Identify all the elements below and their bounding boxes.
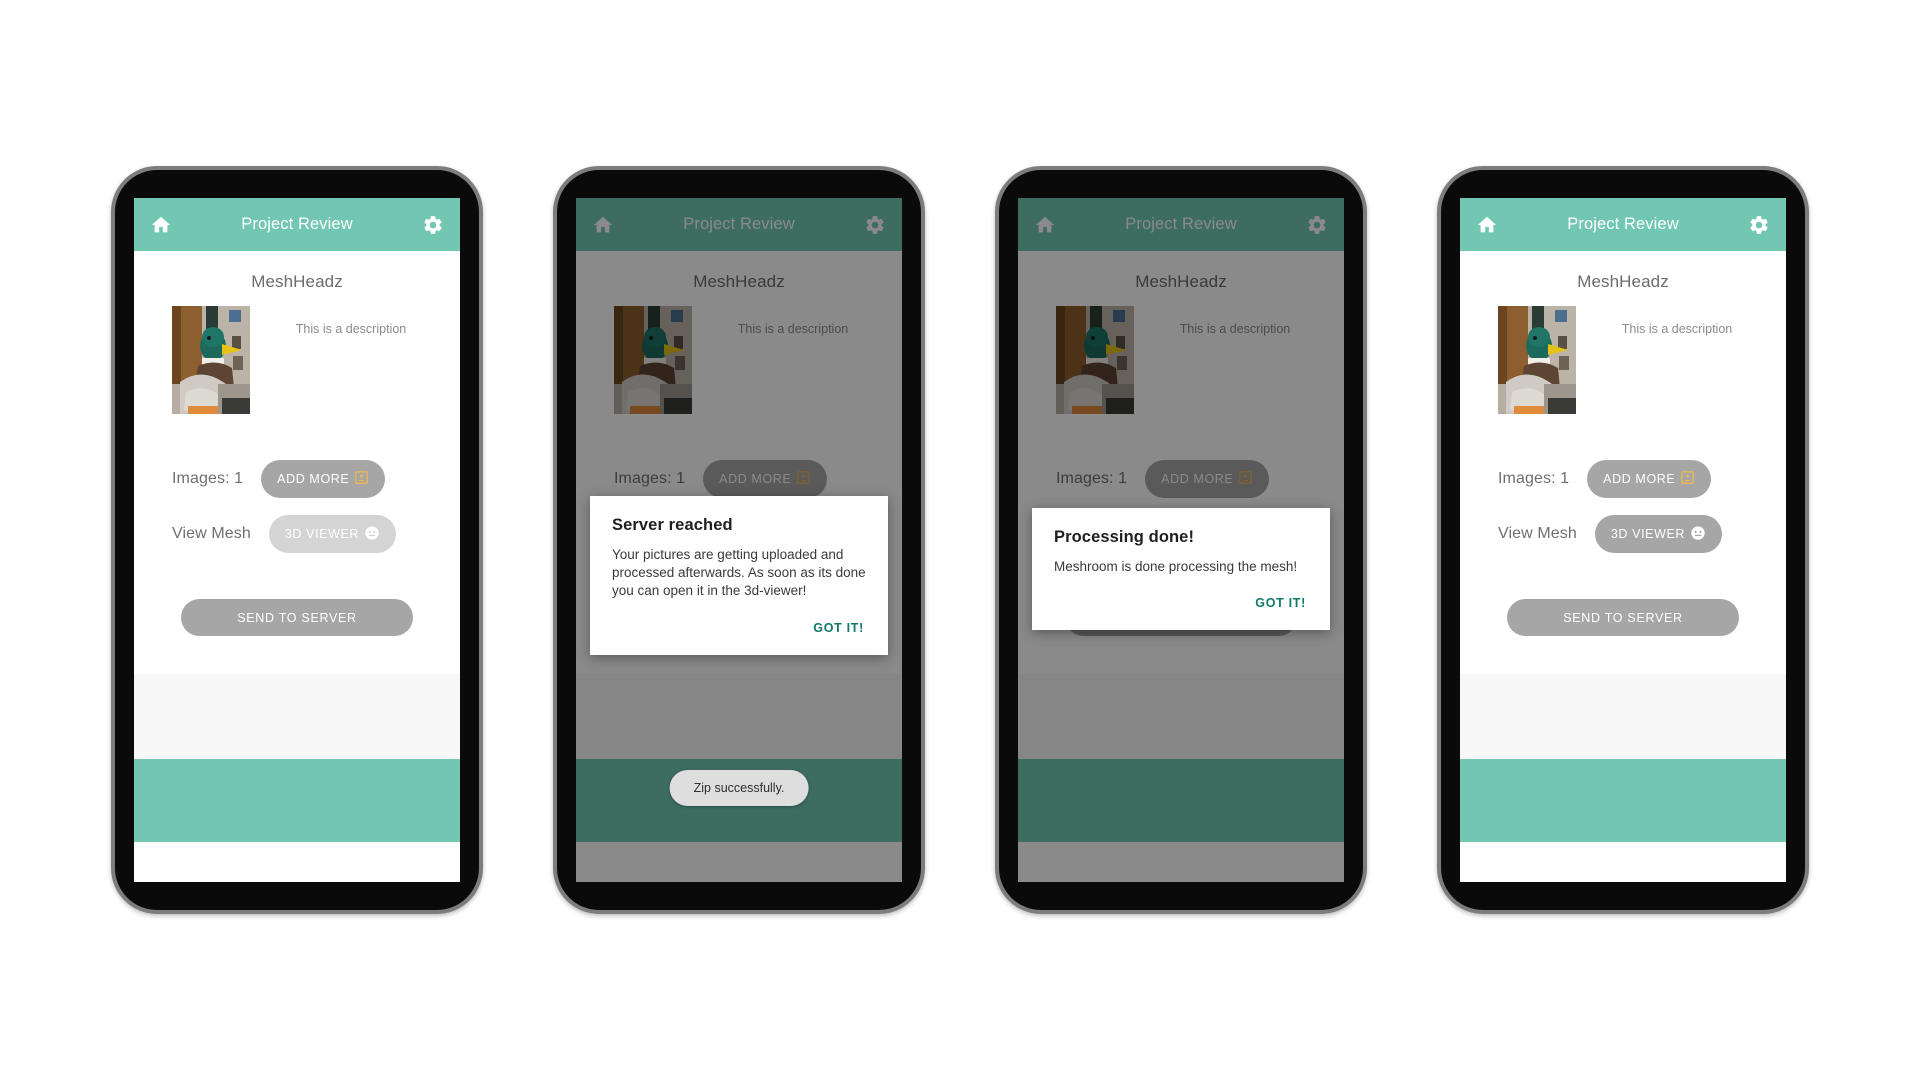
images-count-label: Images: 1 <box>1056 470 1128 487</box>
dialog-title: Server reached <box>612 516 733 534</box>
bottom-bar <box>134 759 460 842</box>
project-description: This is a description <box>1179 322 1291 336</box>
project-thumbnail[interactable] <box>1498 306 1576 414</box>
project-content: MeshHeadz This is a description Images: … <box>134 251 460 674</box>
dialog-body: Your pictures are getting uploaded and p… <box>612 547 866 599</box>
images-row: Images: 1 ADD MORE <box>1460 460 1786 498</box>
content-filler <box>1460 674 1786 759</box>
dialog-actions: GOT IT! <box>612 601 866 645</box>
send-to-server-label: SEND TO SERVER <box>1563 610 1683 625</box>
dialog-title: Processing done! <box>1054 528 1195 546</box>
3d-viewer-label: 3D VIEWER <box>1610 527 1686 541</box>
project-description: This is a description <box>295 322 407 336</box>
add-more-label: ADD MORE <box>1603 472 1676 486</box>
home-icon[interactable] <box>1474 212 1500 238</box>
images-row: Images: 1 ADD MORE <box>134 460 460 498</box>
app-bar: Project Review <box>1018 198 1344 251</box>
project-description: This is a description <box>1621 322 1733 336</box>
phone-frame-server-reached: Project Review MeshHeadz This is a descr… <box>553 166 925 914</box>
send-to-server-button[interactable]: SEND TO SERVER <box>181 599 413 636</box>
home-icon[interactable] <box>148 212 174 238</box>
gear-icon[interactable] <box>1746 212 1772 238</box>
3d-viewer-button[interactable]: 3D VIEWER <box>268 515 397 553</box>
add-more-button[interactable]: ADD MORE <box>1145 460 1270 498</box>
app-bar-title: Project Review <box>241 215 353 233</box>
page-title: MeshHeadz <box>1135 272 1227 291</box>
dialog-got-it-button[interactable]: GOT IT! <box>811 617 866 639</box>
bottom-bar <box>1018 759 1344 842</box>
app-bar-title: Project Review <box>1567 215 1679 233</box>
project-media-row: This is a description <box>134 292 460 414</box>
page-title: MeshHeadz <box>1577 272 1669 291</box>
phone-mockup-stage: Project Review MeshHeadz This is a descr… <box>0 0 1920 1080</box>
zip-success-toast: Zip successfully. <box>669 770 809 806</box>
gear-icon[interactable] <box>1304 212 1330 238</box>
add-more-label: ADD MORE <box>1161 472 1234 486</box>
add-more-label: ADD MORE <box>719 472 792 486</box>
project-description: This is a description <box>737 322 849 336</box>
page-title: MeshHeadz <box>693 272 785 291</box>
home-icon[interactable] <box>590 212 616 238</box>
image-photo-icon <box>354 470 369 488</box>
images-count-label: Images: 1 <box>1498 470 1570 487</box>
project-thumbnail[interactable] <box>1056 306 1134 414</box>
3d-viewer-label: 3D VIEWER <box>284 527 360 541</box>
project-thumbnail[interactable] <box>614 306 692 414</box>
phone-screen: Project Review MeshHeadz This is a descr… <box>134 198 460 882</box>
images-count-label: Images: 1 <box>172 470 244 487</box>
dialog-body: Meshroom is done processing the mesh! <box>1054 559 1298 574</box>
image-photo-icon <box>1680 470 1695 488</box>
face-3d-icon <box>364 525 380 544</box>
app-bar-title: Project Review <box>1125 215 1237 233</box>
gear-icon[interactable] <box>420 212 446 238</box>
project-thumbnail[interactable] <box>172 306 250 414</box>
add-more-button[interactable]: ADD MORE <box>1587 460 1712 498</box>
project-media-row: This is a description <box>1018 292 1344 414</box>
content-filler <box>134 674 460 759</box>
processing-done-dialog: Processing done! Meshroom is done proces… <box>1032 508 1330 631</box>
server-reached-dialog: Server reached Your pictures are getting… <box>590 496 888 655</box>
send-to-server-label: SEND TO SERVER <box>237 610 357 625</box>
app-bar-title: Project Review <box>683 215 795 233</box>
view-mesh-row: View Mesh 3D VIEWER <box>134 515 460 553</box>
images-row: Images: 1 ADD MORE <box>576 460 902 498</box>
image-photo-icon <box>1238 470 1253 488</box>
view-mesh-label: View Mesh <box>172 525 251 542</box>
bottom-bar <box>1460 759 1786 842</box>
dialog-got-it-button[interactable]: GOT IT! <box>1253 592 1308 614</box>
view-mesh-row: View Mesh 3D VIEWER <box>1460 515 1786 553</box>
project-media-row: This is a description <box>1460 292 1786 414</box>
home-icon[interactable] <box>1032 212 1058 238</box>
add-more-label: ADD MORE <box>277 472 350 486</box>
app-bar: Project Review <box>1460 198 1786 251</box>
content-filler <box>576 674 902 759</box>
send-row: SEND TO SERVER <box>134 599 460 636</box>
phone-frame-ready: Project Review MeshHeadz This is a descr… <box>1437 166 1809 914</box>
add-more-button[interactable]: ADD MORE <box>703 460 828 498</box>
phone-frame-processing-done: Project Review MeshHeadz This is a descr… <box>995 166 1367 914</box>
content-filler <box>1018 674 1344 759</box>
image-photo-icon <box>796 470 811 488</box>
project-content: MeshHeadz This is a description Images: … <box>1460 251 1786 674</box>
images-count-label: Images: 1 <box>614 470 686 487</box>
phone-screen: Project Review MeshHeadz This is a descr… <box>1018 198 1344 882</box>
view-mesh-label: View Mesh <box>1498 525 1577 542</box>
project-media-row: This is a description <box>576 292 902 414</box>
app-bar: Project Review <box>576 198 902 251</box>
send-to-server-button[interactable]: SEND TO SERVER <box>1507 599 1739 636</box>
app-bar: Project Review <box>134 198 460 251</box>
dialog-actions: GOT IT! <box>1054 576 1308 620</box>
phone-screen: Project Review MeshHeadz This is a descr… <box>1460 198 1786 882</box>
3d-viewer-button[interactable]: 3D VIEWER <box>1594 515 1723 553</box>
face-3d-icon <box>1690 525 1706 544</box>
gear-icon[interactable] <box>862 212 888 238</box>
images-row: Images: 1 ADD MORE <box>1018 460 1344 498</box>
phone-screen: Project Review MeshHeadz This is a descr… <box>576 198 902 882</box>
send-row: SEND TO SERVER <box>1460 599 1786 636</box>
add-more-button[interactable]: ADD MORE <box>261 460 386 498</box>
page-title: MeshHeadz <box>251 272 343 291</box>
phone-frame-initial: Project Review MeshHeadz This is a descr… <box>111 166 483 914</box>
